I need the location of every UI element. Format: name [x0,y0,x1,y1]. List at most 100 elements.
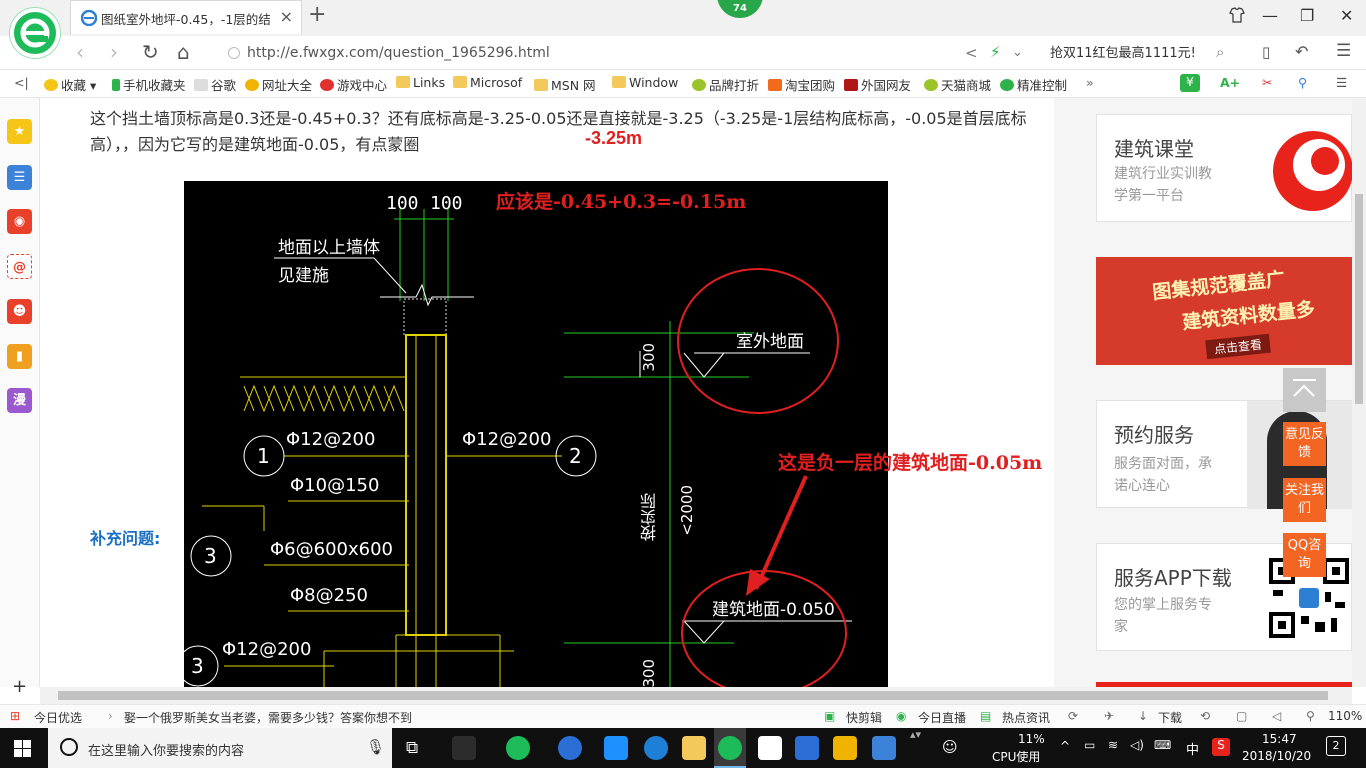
people-icon[interactable]: ☺ [942,738,958,756]
wifi-icon[interactable]: ≋ [1108,738,1118,752]
bookmark-links[interactable]: Links [396,75,445,90]
bookmark-favorites[interactable]: 收藏 ▾ [44,75,96,94]
notification-badge[interactable]: 74 [717,0,763,18]
close-window-button[interactable]: ✕ [1340,6,1353,25]
tab-close-button[interactable]: × [280,7,293,26]
mail-icon[interactable]: @ [7,254,32,279]
e-browser-icon[interactable] [506,736,530,760]
browser-logo-icon[interactable] [10,8,60,58]
banner-button[interactable]: 点击查看 [1205,333,1271,360]
bookmark-foreign[interactable]: 外国网友 [844,75,911,94]
back-to-top-button[interactable] [1283,368,1326,412]
minimize-button[interactable]: — [1262,6,1278,25]
scissors-icon[interactable]: ✂ [1262,75,1272,90]
bookmark-brand-sale[interactable]: 品牌打折 [692,75,759,94]
sogou-icon[interactable]: S [1212,738,1230,756]
collapse-sidebar-icon[interactable]: <| [14,75,29,90]
qq-consult-button[interactable]: QQ咨询 [1283,533,1326,577]
clock-date[interactable]: 2018/10/20 [1242,749,1311,763]
zoom-small-icon[interactable]: ⚲ [1306,709,1315,723]
daily-picks-link[interactable]: 今日优选 [34,709,82,726]
promo-link[interactable]: 抢双11红包最高1111元! [1050,42,1196,61]
shield-icon[interactable]: ¥ [1180,74,1200,92]
history-icon[interactable]: ⟲ [1200,709,1210,723]
task-view-icon[interactable]: ⧉ [406,738,418,758]
add-sidebar-item-button[interactable]: + [12,676,27,697]
zoom-level[interactable]: 110% [1328,709,1362,723]
tray-expand-icon[interactable]: ^ [1060,739,1070,753]
undo-icon[interactable]: ↶ [1295,42,1308,61]
vertical-scrollbar[interactable] [1352,98,1366,687]
notes-app-icon[interactable] [833,736,857,760]
g-app-icon[interactable] [795,736,819,760]
back-icon[interactable]: ‹ [76,40,84,64]
translate-icon[interactable]: A+ [1220,75,1240,90]
refresh-icon[interactable]: ↻ [142,40,159,64]
news-ticker-link[interactable]: 娶一个俄罗斯美女当老婆，需要多少钱？答案你想不到 [124,709,412,726]
mail-app-icon[interactable] [758,736,782,760]
favorites-icon[interactable]: ★ [7,119,32,144]
pin-icon[interactable]: ✈ [1104,709,1114,723]
course-card[interactable]: 建筑课堂 建筑行业实训教 学第一平台 [1096,114,1352,222]
mute-icon[interactable]: ◁ [1272,709,1281,723]
phone-icon[interactable]: ▯ [1262,43,1270,61]
weibo-icon[interactable]: ◉ [7,209,32,234]
game-icon[interactable]: ☻ [7,299,32,324]
bookmark-control[interactable]: 精准控制 [1000,75,1067,94]
refresh-small-icon[interactable]: ⟳ [1068,709,1078,723]
app-icon[interactable] [558,736,582,760]
ie-icon[interactable] [644,736,668,760]
more-bookmarks-icon[interactable]: » [1086,75,1094,90]
active-window-indicator[interactable] [714,728,746,768]
action-center-icon[interactable]: 2 [1326,736,1346,756]
bookmark-games[interactable]: 游戏中心 [320,75,387,94]
home-icon[interactable]: ⌂ [177,40,190,64]
ime-indicator[interactable]: 中 [1186,739,1199,758]
bookmark-microsoft[interactable]: Microsof [453,75,522,90]
overflow-icon[interactable]: ▴▾ [910,728,921,741]
horizontal-scrollbar[interactable] [40,687,1352,704]
more-tools-icon[interactable]: ☰ [1336,75,1347,90]
shirt-skin-icon[interactable] [1228,6,1246,28]
edge-icon[interactable] [604,736,628,760]
bookmark-tmall[interactable]: 天猫商城 [924,75,991,94]
search-icon[interactable]: ⌕ [1216,43,1224,61]
bookmark-google[interactable]: 谷歌 [194,75,236,94]
forward-icon[interactable]: › [110,40,118,64]
book-icon[interactable]: ▮ [7,344,32,369]
battery-icon[interactable]: ▭ [1084,738,1095,752]
list-icon[interactable]: ☰ [7,165,32,190]
bookmark-windows[interactable]: Window [612,75,678,90]
feedback-button[interactable]: 意见反馈 [1283,422,1326,466]
taskbar-search-input[interactable]: 在这里输入你要搜索的内容 🎙 [48,728,392,768]
network-app-icon[interactable] [872,736,896,760]
volume-icon[interactable]: ◁) [1130,738,1144,752]
hot-news-link[interactable]: 热点资讯 [1002,709,1050,726]
fan-app-icon[interactable] [452,736,476,760]
quick-clip-link[interactable]: 快剪辑 [846,709,882,726]
keyboard-icon[interactable]: ⌨ [1154,738,1171,752]
file-explorer-icon[interactable] [682,736,706,760]
chevron-down-icon[interactable]: ⌄ [1012,45,1023,60]
browser-tab[interactable]: 图纸室外地坪-0.45，-1层的结构 × [70,0,302,34]
url-field[interactable]: http://e.fwxgx.com/question_1965296.html [220,40,950,66]
banner-ad[interactable]: 图集规范覆盖广 建筑资料数量多 点击查看 [1096,257,1352,365]
zoom-icon[interactable]: ⚲ [1298,75,1307,90]
download-link[interactable]: 下载 [1158,709,1182,726]
lightning-icon[interactable]: ⚡ [990,43,1001,61]
share-icon[interactable]: < [965,44,978,62]
comic-icon[interactable]: 漫 [7,388,32,413]
bookmark-sites[interactable]: 网址大全 [245,75,312,94]
live-link[interactable]: 今日直播 [918,709,966,726]
window-icon[interactable]: ▢ [1236,709,1247,723]
bookmark-mobile[interactable]: 手机收藏夹 [112,75,186,94]
follow-us-button[interactable]: 关注我们 [1283,478,1326,522]
clock-time[interactable]: 15:47 [1262,732,1297,746]
bookmark-msn[interactable]: MSN 网 [534,75,596,94]
detail-marker-2: 2 [569,444,582,468]
maximize-button[interactable]: ❐ [1300,6,1314,25]
microphone-icon[interactable]: 🎙 [366,738,385,756]
bookmark-taobao[interactable]: 淘宝团购 [768,75,835,94]
menu-icon[interactable]: ☰ [1336,41,1351,61]
new-tab-button[interactable]: + [308,3,326,27]
